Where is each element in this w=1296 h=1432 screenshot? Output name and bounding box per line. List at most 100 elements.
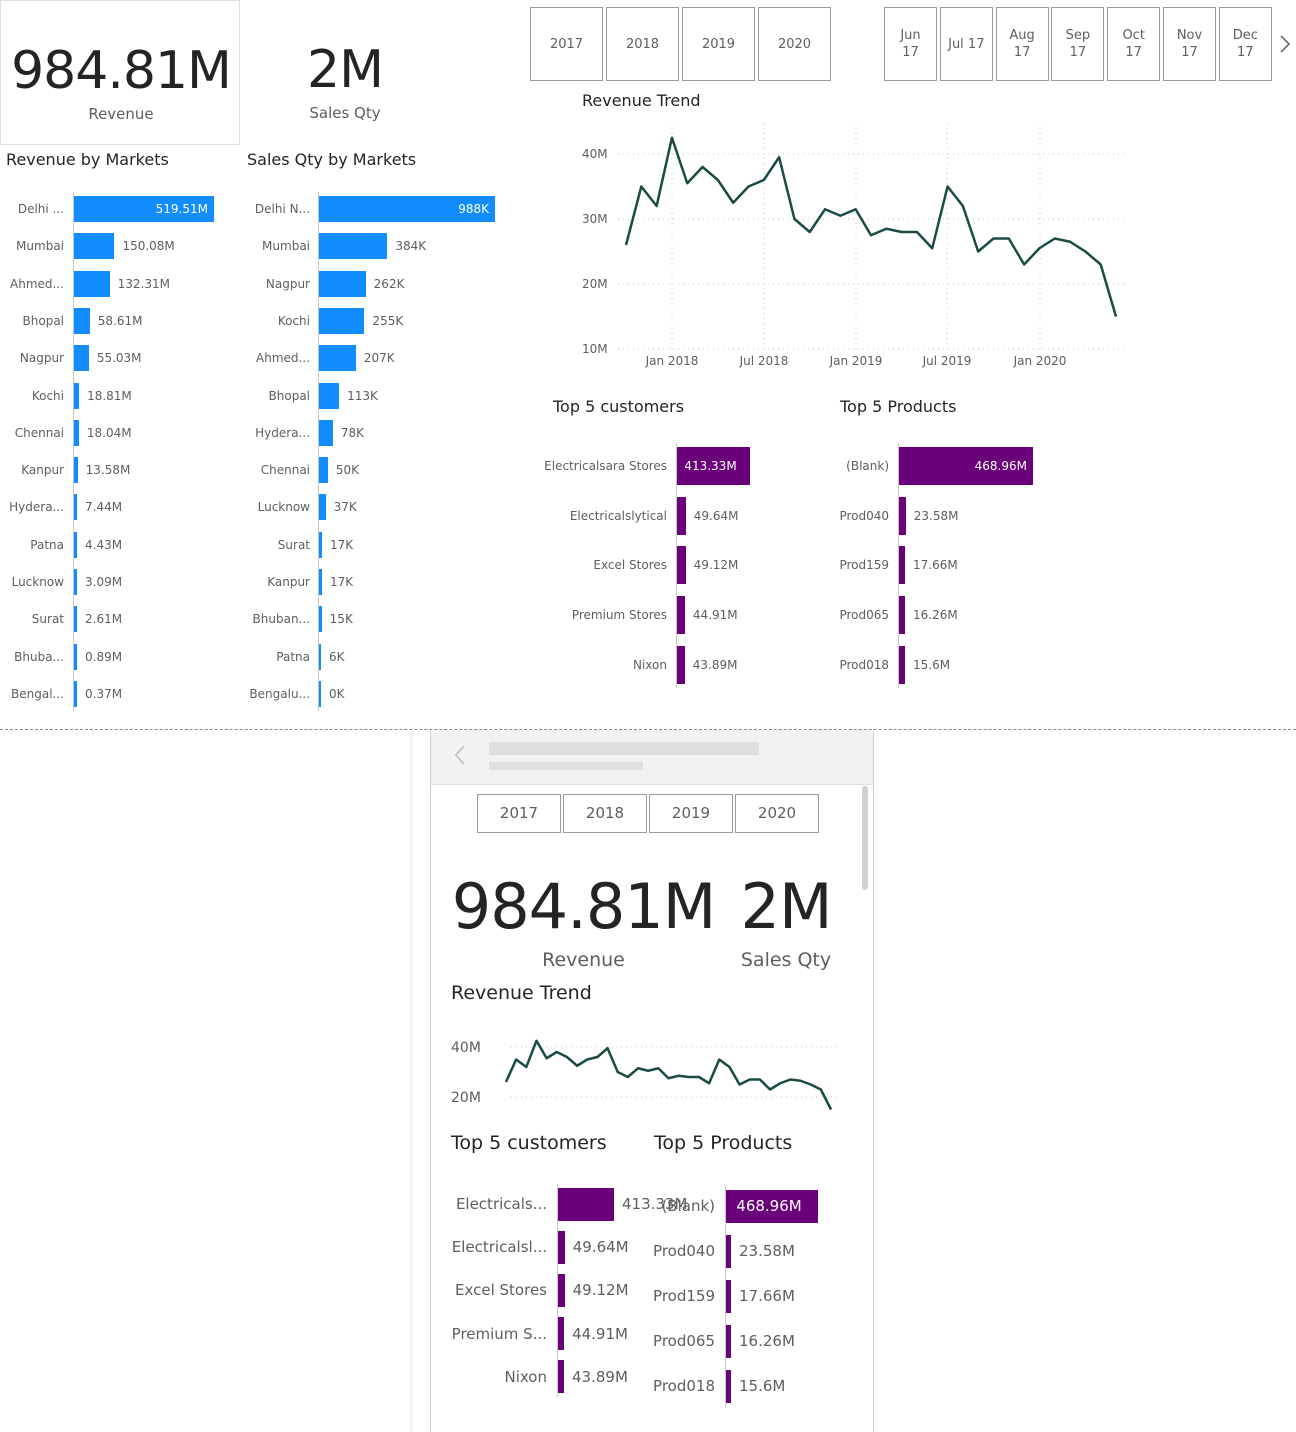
data-bar[interactable]: [558, 1317, 565, 1351]
data-point[interactable]: [656, 1066, 660, 1070]
data-point[interactable]: [808, 230, 812, 234]
data-point[interactable]: [961, 204, 965, 208]
data-point[interactable]: [768, 1088, 772, 1092]
data-point[interactable]: [1053, 237, 1057, 241]
data-bar[interactable]: [319, 606, 322, 633]
data-bar[interactable]: [319, 233, 388, 260]
data-point[interactable]: [626, 1075, 630, 1079]
data-bar[interactable]: [726, 1279, 731, 1313]
mobile-year-button-2018[interactable]: 2018: [563, 794, 647, 833]
data-bar[interactable]: [319, 457, 328, 484]
data-bar[interactable]: [74, 606, 77, 633]
data-point[interactable]: [1099, 263, 1103, 267]
month-button[interactable]: Dec 17: [1218, 7, 1272, 81]
data-bar[interactable]: [74, 494, 77, 521]
data-point[interactable]: [792, 217, 796, 221]
data-point[interactable]: [747, 185, 751, 189]
chevron-left-icon[interactable]: [453, 744, 467, 766]
data-point[interactable]: [915, 230, 919, 234]
data-point[interactable]: [884, 227, 888, 231]
data-bar[interactable]: [677, 596, 685, 635]
data-point[interactable]: [727, 1065, 731, 1069]
data-point[interactable]: [854, 207, 858, 211]
data-bar[interactable]: [558, 1360, 564, 1394]
data-point[interactable]: [687, 1075, 691, 1079]
data-point[interactable]: [778, 1081, 782, 1085]
data-point[interactable]: [799, 1079, 803, 1083]
data-point[interactable]: [716, 178, 720, 182]
data-point[interactable]: [1022, 263, 1026, 267]
data-point[interactable]: [514, 1058, 518, 1062]
data-bar[interactable]: [899, 596, 905, 635]
data-point[interactable]: [762, 178, 766, 182]
data-point[interactable]: [823, 207, 827, 211]
data-point[interactable]: [545, 1056, 549, 1060]
data-bar[interactable]: [899, 645, 905, 684]
data-point[interactable]: [809, 1083, 813, 1087]
data-bar[interactable]: [677, 645, 685, 684]
data-bar[interactable]: [319, 494, 326, 521]
data-point[interactable]: [504, 1080, 508, 1084]
data-bar[interactable]: [74, 233, 115, 260]
data-bar[interactable]: [319, 307, 365, 334]
data-point[interactable]: [685, 181, 689, 185]
chevron-right-icon[interactable]: [1279, 34, 1291, 54]
data-point[interactable]: [534, 1039, 538, 1043]
data-bar[interactable]: [74, 569, 77, 595]
data-bar[interactable]: [74, 382, 80, 409]
year-button-2020[interactable]: 2020: [758, 7, 831, 81]
month-button[interactable]: Jul 17: [939, 7, 993, 81]
data-bar[interactable]: [677, 546, 686, 585]
data-bar[interactable]: [558, 1187, 614, 1221]
data-bar[interactable]: [726, 1234, 731, 1268]
data-point[interactable]: [819, 1088, 823, 1092]
data-bar[interactable]: [319, 680, 321, 707]
data-point[interactable]: [1083, 250, 1087, 254]
data-point[interactable]: [585, 1058, 589, 1062]
data-point[interactable]: [731, 201, 735, 205]
mobile-year-button-2019[interactable]: 2019: [649, 794, 733, 833]
data-point[interactable]: [606, 1046, 610, 1050]
data-point[interactable]: [677, 1074, 681, 1078]
data-bar[interactable]: [74, 531, 77, 558]
revenue-line[interactable]: [504, 1039, 833, 1111]
data-bar[interactable]: [74, 680, 77, 707]
data-point[interactable]: [646, 1069, 650, 1073]
mobile-year-button-2020[interactable]: 2020: [735, 794, 819, 833]
data-bar[interactable]: [899, 496, 906, 535]
data-point[interactable]: [701, 165, 705, 169]
month-button[interactable]: Sep 17: [1051, 7, 1105, 81]
month-button[interactable]: Oct 17: [1107, 7, 1161, 81]
data-point[interactable]: [717, 1058, 721, 1062]
data-bar[interactable]: [558, 1273, 565, 1307]
data-point[interactable]: [1037, 246, 1041, 250]
data-bar[interactable]: [319, 419, 333, 446]
month-button[interactable]: Jun 17: [884, 7, 937, 81]
data-point[interactable]: [748, 1078, 752, 1082]
data-point[interactable]: [555, 1050, 559, 1054]
year-button-2017[interactable]: 2017: [530, 7, 603, 81]
data-point[interactable]: [595, 1055, 599, 1059]
data-point[interactable]: [869, 233, 873, 237]
data-bar[interactable]: [726, 1324, 731, 1358]
data-point[interactable]: [1068, 240, 1072, 244]
data-point[interactable]: [1114, 315, 1118, 319]
data-bar[interactable]: [726, 1369, 731, 1403]
data-point[interactable]: [930, 246, 934, 250]
data-point[interactable]: [738, 1083, 742, 1087]
data-point[interactable]: [788, 1078, 792, 1082]
data-bar[interactable]: [677, 496, 686, 535]
year-button-2018[interactable]: 2018: [606, 7, 679, 81]
data-point[interactable]: [838, 214, 842, 218]
data-bar[interactable]: [319, 382, 340, 409]
data-point[interactable]: [524, 1065, 528, 1069]
data-bar[interactable]: [899, 546, 905, 585]
data-point[interactable]: [624, 243, 628, 247]
data-point[interactable]: [900, 230, 904, 234]
data-bar[interactable]: [319, 643, 321, 670]
year-button-2019[interactable]: 2019: [682, 7, 755, 81]
data-bar[interactable]: [319, 270, 366, 297]
data-point[interactable]: [639, 185, 643, 189]
data-point[interactable]: [976, 250, 980, 254]
data-point[interactable]: [707, 1081, 711, 1085]
